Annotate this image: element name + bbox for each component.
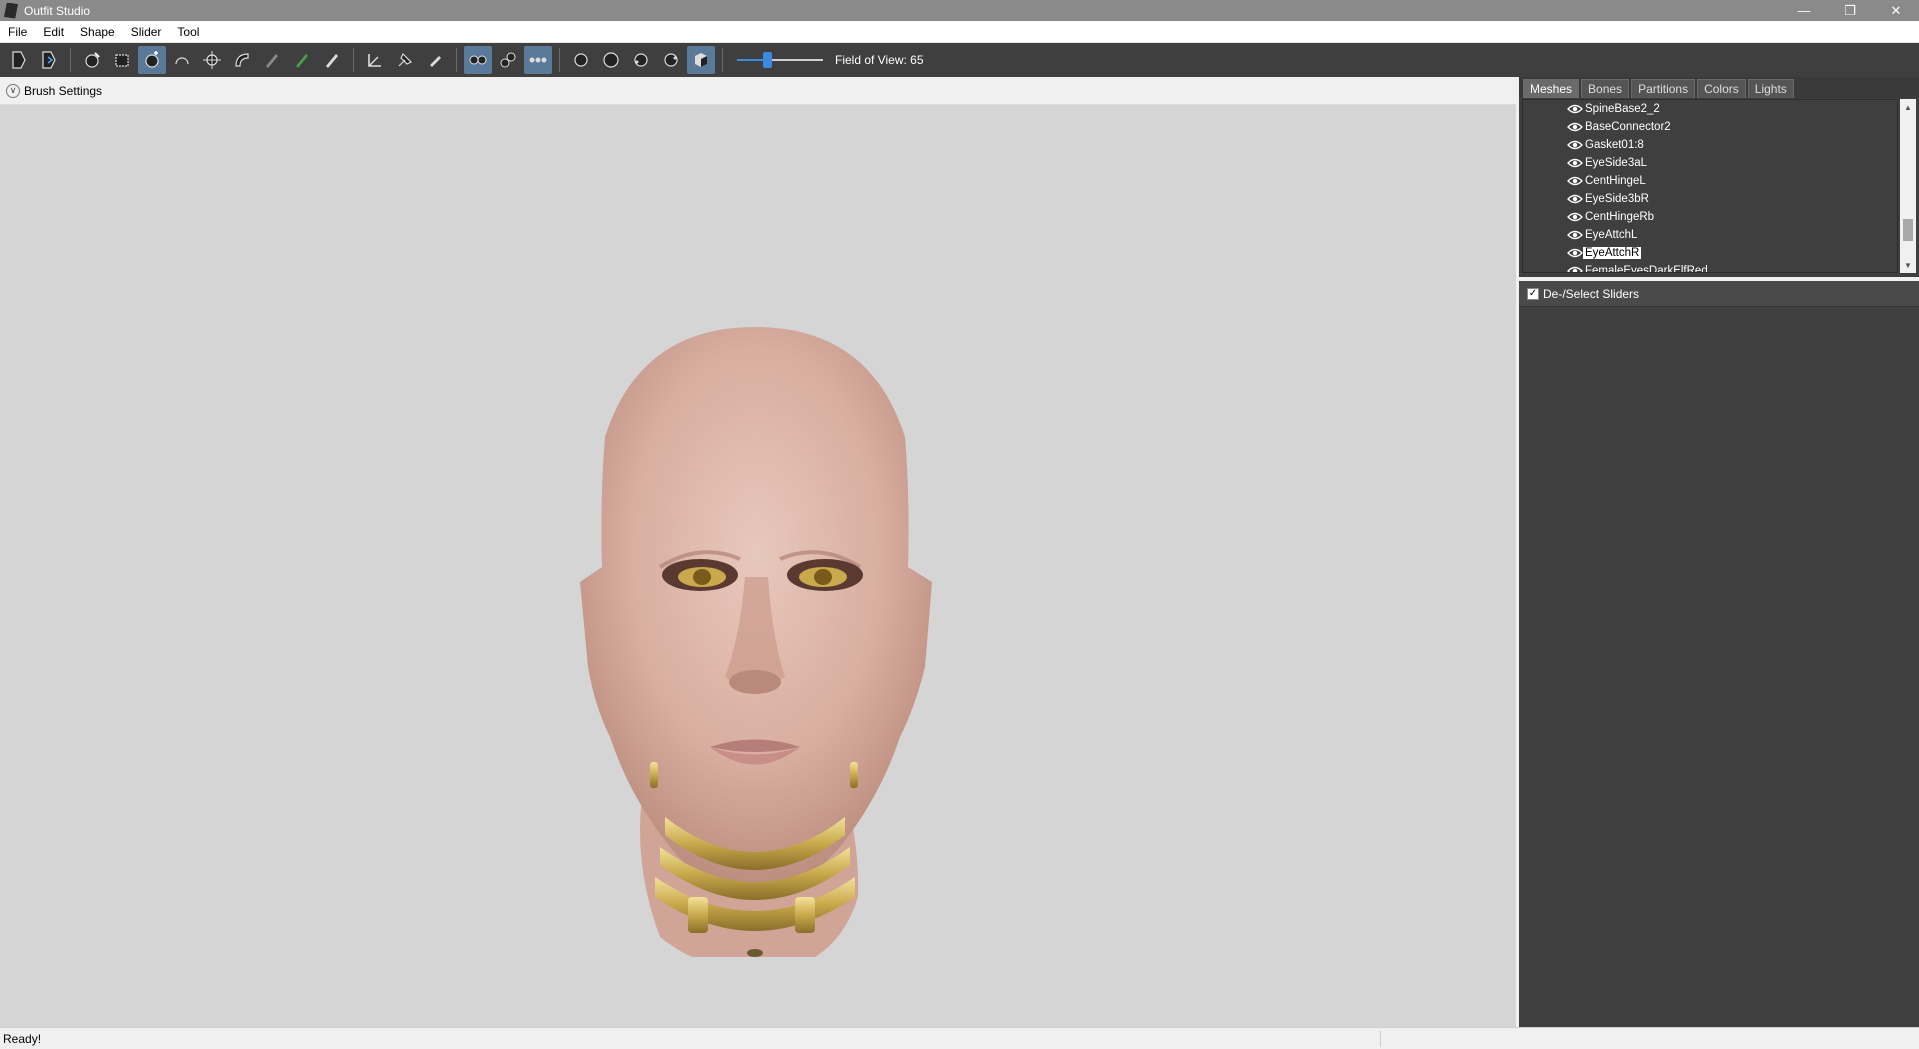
mesh-list[interactable]: SpineBase2_2 BaseConnector2 Gasket01:8 EyeS… <box>1522 99 1898 273</box>
color-brush-icon[interactable] <box>318 46 346 74</box>
pivot-icon[interactable] <box>391 46 419 74</box>
mesh-list-item[interactable]: CentHingeL <box>1523 172 1897 190</box>
toolbar-separator <box>456 48 457 72</box>
menu-edit[interactable]: Edit <box>35 25 72 39</box>
visibility-eye-icon[interactable] <box>1567 248 1583 258</box>
mask-brush-icon[interactable] <box>108 46 136 74</box>
right-panel: Meshes Bones Partitions Colors Lights Sp… <box>1519 77 1919 1027</box>
visibility-eye-icon[interactable] <box>1567 266 1583 273</box>
tab-bones[interactable]: Bones <box>1581 79 1630 98</box>
mesh-name: EyeAttchL <box>1585 229 1638 241</box>
visibility-eye-icon[interactable] <box>1567 122 1583 132</box>
mesh-name: FemaleEyesDarkElfRed <box>1585 265 1708 273</box>
status-bar: Ready! <box>0 1027 1919 1049</box>
vertex-select-icon[interactable] <box>421 46 449 74</box>
mesh-list-item[interactable]: BaseConnector2 <box>1523 118 1897 136</box>
lighting-icon[interactable] <box>597 46 625 74</box>
smooth-brush-icon[interactable] <box>228 46 256 74</box>
mesh-list-item[interactable]: EyeSide3bR <box>1523 190 1897 208</box>
mesh-name: Gasket01:8 <box>1585 139 1644 151</box>
mesh-list-item[interactable]: Gasket01:8 <box>1523 136 1897 154</box>
mesh-name: EyeSide3bR <box>1585 193 1649 205</box>
toolbar-separator <box>353 48 354 72</box>
menu-slider[interactable]: Slider <box>123 25 170 39</box>
deflate-brush-icon[interactable] <box>168 46 196 74</box>
mesh-name: CentHingeL <box>1585 175 1646 187</box>
visibility-eye-icon[interactable] <box>1567 212 1583 222</box>
inflate-brush-icon[interactable] <box>138 46 166 74</box>
tab-partitions[interactable]: Partitions <box>1631 79 1696 98</box>
mirror-y-icon[interactable] <box>494 46 522 74</box>
fov-label: Field of View: 65 <box>835 53 924 67</box>
status-text: Ready! <box>3 1031 42 1046</box>
title-bar: Outfit Studio — ❐ ✕ <box>0 0 1919 21</box>
mirror-x-icon[interactable] <box>464 46 492 74</box>
weights-icon[interactable] <box>657 46 685 74</box>
wireframe-icon[interactable] <box>567 46 595 74</box>
mesh-name: EyeAttchR <box>1583 247 1642 259</box>
load-project-icon[interactable] <box>5 46 33 74</box>
menu-bar: File Edit Shape Slider Tool <box>0 21 1919 43</box>
3d-viewport[interactable]: ∨ Brush Settings <box>0 77 1516 1027</box>
fov-slider[interactable] <box>737 50 823 70</box>
toolbar: Field of View: 65 <box>0 43 1919 77</box>
visibility-eye-icon[interactable] <box>1567 230 1583 240</box>
select-brush-icon[interactable] <box>78 46 106 74</box>
mesh-list-scrollbar[interactable]: ▲ ▼ <box>1900 99 1916 273</box>
move-brush-icon[interactable] <box>198 46 226 74</box>
mesh-name: BaseConnector2 <box>1585 121 1671 133</box>
minimize-button[interactable]: — <box>1781 0 1827 21</box>
status-divider <box>1380 1031 1381 1047</box>
mesh-list-item[interactable]: SpineBase2_2 <box>1523 100 1897 118</box>
tab-meshes[interactable]: Meshes <box>1523 79 1580 98</box>
mesh-list-item[interactable]: EyeAttchR <box>1523 244 1897 262</box>
masks-icon[interactable] <box>627 46 655 74</box>
visibility-eye-icon[interactable] <box>1567 176 1583 186</box>
visibility-eye-icon[interactable] <box>1567 194 1583 204</box>
mesh-name: SpineBase2_2 <box>1585 103 1660 115</box>
brush-settings-label[interactable]: Brush Settings <box>24 84 102 98</box>
mesh-list-item[interactable]: CentHingeRb <box>1523 208 1897 226</box>
visibility-eye-icon[interactable] <box>1567 104 1583 114</box>
visibility-eye-icon[interactable] <box>1567 140 1583 150</box>
mirror-z-icon[interactable] <box>524 46 552 74</box>
scrollbar-thumb[interactable] <box>1903 219 1913 241</box>
panel-tabs: Meshes Bones Partitions Colors Lights <box>1519 77 1919 98</box>
toolbar-separator <box>722 48 723 72</box>
textures-icon[interactable] <box>687 46 715 74</box>
head-model <box>580 327 932 957</box>
toolbar-separator <box>70 48 71 72</box>
select-sliders-label[interactable]: De-/Select Sliders <box>1543 287 1639 301</box>
undiff-brush-icon[interactable] <box>258 46 286 74</box>
menu-shape[interactable]: Shape <box>72 25 123 39</box>
scroll-down-icon[interactable]: ▼ <box>1900 257 1916 273</box>
chevron-down-icon[interactable]: ∨ <box>6 83 20 98</box>
save-project-icon[interactable] <box>35 46 63 74</box>
toolbar-separator <box>559 48 560 72</box>
select-sliders-checkbox[interactable]: ✓ <box>1527 287 1539 300</box>
window-title: Outfit Studio <box>24 3 91 18</box>
mesh-list-item[interactable]: FemaleEyesDarkElfRed <box>1523 262 1897 273</box>
collision-transform-icon[interactable] <box>361 46 389 74</box>
restore-button[interactable]: ❐ <box>1827 0 1873 21</box>
scroll-up-icon[interactable]: ▲ <box>1900 99 1916 115</box>
fov-slider-thumb[interactable] <box>763 52 773 68</box>
weight-brush-icon[interactable] <box>288 46 316 74</box>
mesh-list-item[interactable]: EyeAttchL <box>1523 226 1897 244</box>
tab-colors[interactable]: Colors <box>1697 79 1746 98</box>
mesh-list-item[interactable]: EyeSide3aL <box>1523 154 1897 172</box>
mesh-name: EyeSide3aL <box>1585 157 1648 169</box>
visibility-eye-icon[interactable] <box>1567 158 1583 168</box>
brush-settings-bar: ∨ Brush Settings <box>0 77 1516 105</box>
app-icon <box>4 2 18 19</box>
menu-file[interactable]: File <box>0 25 35 39</box>
mesh-name: CentHingeRb <box>1585 211 1655 223</box>
menu-tool[interactable]: Tool <box>169 25 207 39</box>
close-button[interactable]: ✕ <box>1873 0 1919 21</box>
sliders-header: ✓ De-/Select Sliders <box>1519 281 1919 307</box>
tab-lights[interactable]: Lights <box>1747 79 1794 98</box>
